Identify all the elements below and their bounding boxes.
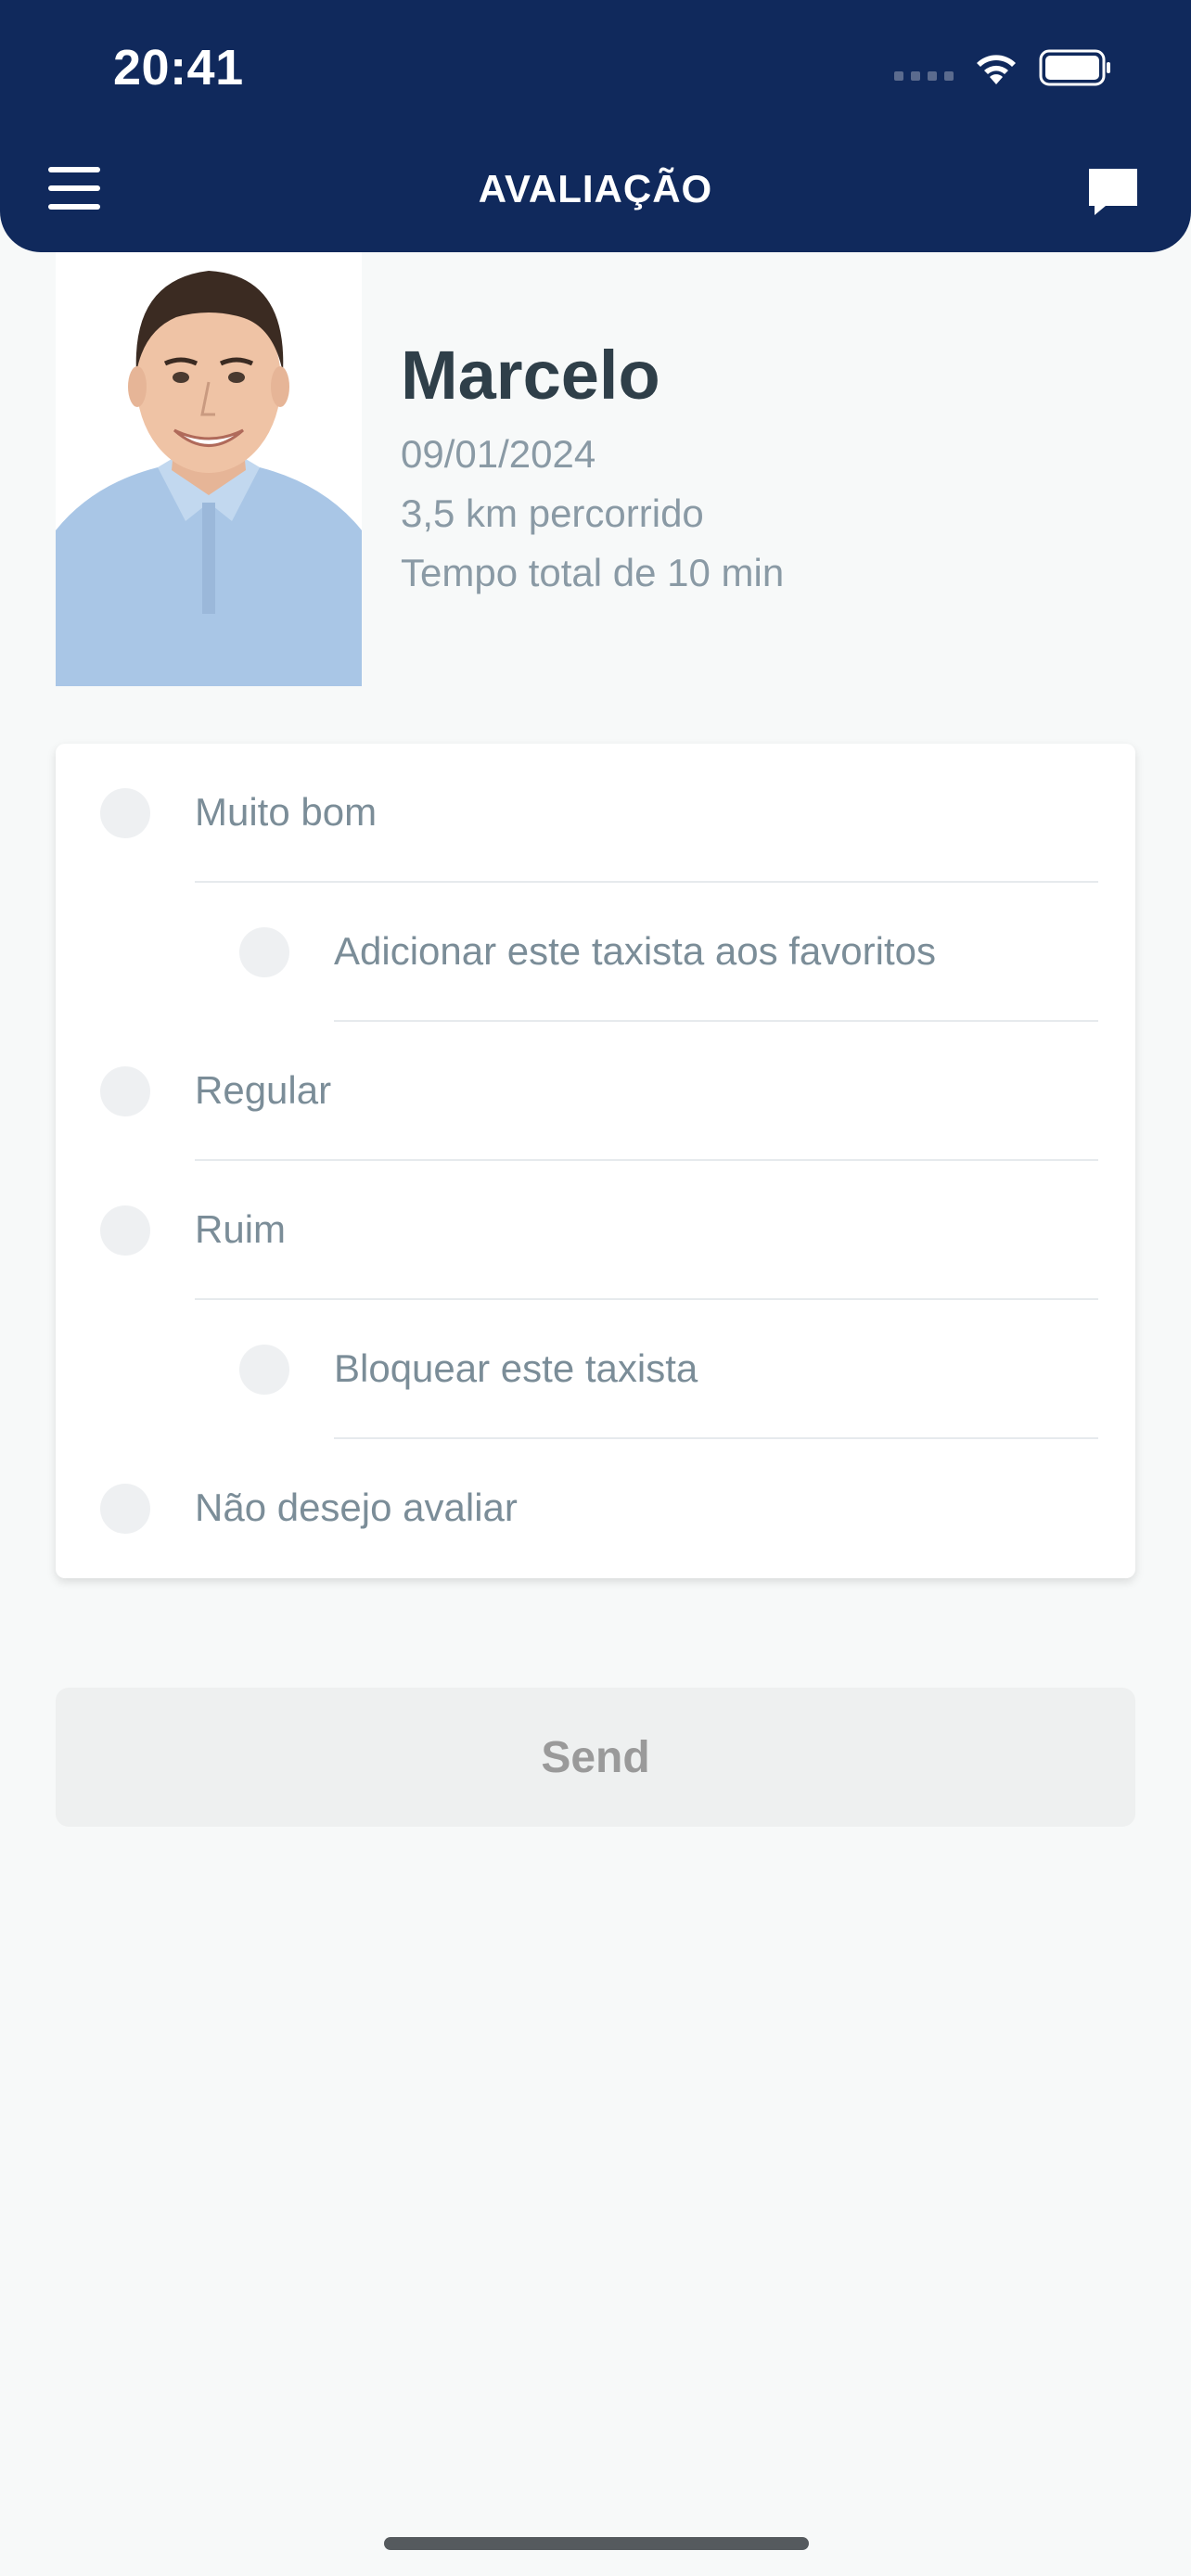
option-no-rating[interactable]: Não desejo avaliar	[56, 1439, 1135, 1578]
option-ruim[interactable]: Ruim	[56, 1161, 1135, 1300]
option-label: Bloquear este taxista	[334, 1346, 698, 1390]
home-indicator[interactable]	[384, 2537, 809, 2550]
radio-button[interactable]	[100, 1066, 150, 1116]
radio-button[interactable]	[239, 927, 289, 977]
option-muito-bom[interactable]: Muito bom	[56, 744, 1135, 883]
wifi-icon	[972, 49, 1020, 86]
status-icons	[894, 46, 1113, 89]
trip-total-time: Tempo total de 10 min	[401, 551, 785, 594]
radio-button[interactable]	[100, 1205, 150, 1256]
option-label: Regular	[195, 1068, 332, 1112]
rating-screen: 20:41 AVALIAÇÃO Marcelo 09/01/2024 3,5 k…	[0, 0, 1191, 2576]
radio-button[interactable]	[100, 788, 150, 838]
chat-bubble-icon[interactable]	[1085, 165, 1141, 219]
header-bar: 20:41 AVALIAÇÃO	[0, 0, 1191, 252]
status-time: 20:41	[113, 40, 244, 96]
option-label: Ruim	[195, 1207, 287, 1251]
signal-icon	[894, 55, 954, 81]
option-label: Muito bom	[195, 790, 378, 834]
battery-icon	[1039, 49, 1113, 86]
option-add-favorite[interactable]: Adicionar este taxista aos favoritos	[56, 883, 1135, 1022]
option-label: Não desejo avaliar	[195, 1486, 518, 1529]
radio-button[interactable]	[100, 1484, 150, 1534]
trip-date: 09/01/2024	[401, 432, 596, 476]
page-title: AVALIAÇÃO	[478, 167, 713, 210]
driver-name: Marcelo	[401, 337, 660, 414]
trip-distance: 3,5 km percorrido	[401, 491, 704, 535]
option-label: Adicionar este taxista aos favoritos	[334, 929, 936, 973]
driver-avatar	[56, 252, 362, 686]
radio-button[interactable]	[239, 1345, 289, 1395]
rating-options-card: Muito bom Adicionar este taxista aos fav…	[56, 744, 1135, 1578]
option-block-driver[interactable]: Bloquear este taxista	[56, 1300, 1135, 1439]
option-regular[interactable]: Regular	[56, 1022, 1135, 1161]
send-button[interactable]: Send	[56, 1688, 1135, 1827]
